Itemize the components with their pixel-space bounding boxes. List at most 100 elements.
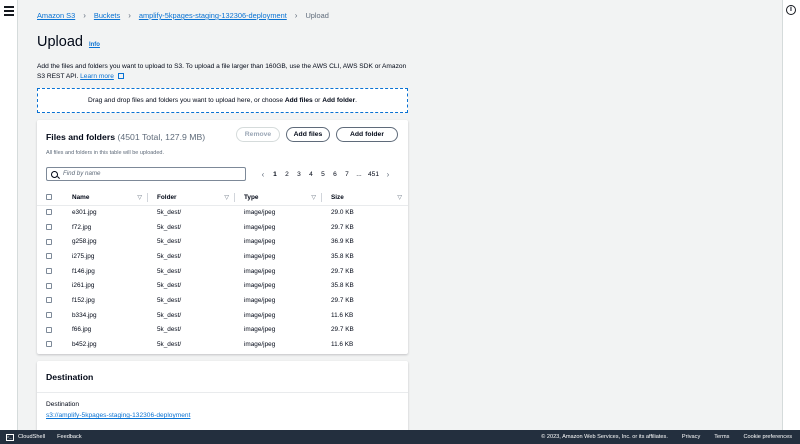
pagination-prev-icon[interactable]: ‹ [260, 170, 266, 179]
page-description: Add the files and folders you want to up… [37, 62, 409, 81]
cell-type: image/jpeg [244, 311, 276, 319]
page-6[interactable]: 6 [332, 171, 338, 178]
column-header-size[interactable]: Size ▽ [322, 190, 408, 206]
page-4[interactable]: 4 [308, 171, 314, 178]
cell-type: image/jpeg [244, 282, 276, 290]
external-link-icon [117, 72, 124, 79]
dropzone-text: Drag and drop files and folders you want… [87, 97, 285, 104]
row-select-cell [37, 308, 61, 323]
hamburger-menu-icon[interactable] [4, 6, 14, 16]
page-ellipsis: ... [356, 170, 362, 178]
copyright-text: © 2023, Amazon Web Services, Inc. or its… [541, 434, 668, 440]
row-checkbox[interactable] [46, 238, 52, 245]
cell-folder: 5k_dest/ [157, 238, 182, 246]
left-navigation-rail [0, 0, 18, 430]
cloudshell-link[interactable]: CloudShell [18, 434, 45, 440]
table-header-row: Name ▽ Folder ▽ Type ▽ Size ▽ [37, 190, 408, 206]
column-header-name[interactable]: Name ▽ [61, 190, 148, 206]
page-last[interactable]: 451 [368, 171, 379, 178]
cookie-preferences-link[interactable]: Cookie preferences [743, 434, 792, 440]
files-panel-title-text: Files and folders [46, 132, 116, 142]
table-row: g258.jpg 5k_dest/image/jpeg 36.9 KB [37, 234, 408, 249]
row-select-cell [37, 264, 61, 279]
page-2[interactable]: 2 [284, 171, 290, 178]
row-select-cell [37, 234, 61, 249]
cell-type: image/jpeg [244, 267, 276, 275]
terminal-icon [6, 433, 14, 441]
select-all-checkbox[interactable] [46, 194, 52, 201]
cell-type: image/jpeg [244, 296, 276, 304]
sort-caret-icon: ▽ [224, 195, 229, 201]
pagination-next-icon[interactable]: › [385, 170, 391, 179]
destination-label: Destination [46, 401, 79, 408]
breadcrumb-amazon-s3[interactable]: Amazon S3 [37, 11, 75, 20]
add-folder-button[interactable]: Add folder [336, 127, 398, 142]
column-header-folder[interactable]: Folder ▽ [148, 190, 235, 206]
files-table: Name ▽ Folder ▽ Type ▽ Size ▽ e301.jpg 5k_des… [37, 190, 408, 352]
privacy-link[interactable]: Privacy [682, 434, 700, 440]
cell-folder: 5k_dest/ [157, 296, 182, 304]
row-checkbox[interactable] [46, 341, 52, 348]
page-title-text: Upload [37, 34, 83, 50]
files-panel-title: Files and folders (4501 Total, 127.9 MB) [46, 132, 205, 142]
page-1[interactable]: 1 [272, 171, 278, 178]
cell-size: 11.6 KB [331, 311, 354, 319]
cell-size: 11.6 KB [331, 341, 354, 349]
column-header-type[interactable]: Type ▽ [235, 190, 322, 206]
table-row: f66.jpg 5k_dest/image/jpeg 29.7 KB [37, 323, 408, 338]
page-5[interactable]: 5 [320, 171, 326, 178]
page-title: Upload Info [37, 34, 100, 50]
row-select-cell [37, 323, 61, 338]
files-panel-subtitle: All files and folders in this table will… [46, 150, 165, 156]
remove-button[interactable]: Remove [236, 127, 280, 142]
dropzone-add-files: Add files [284, 97, 313, 104]
terms-link[interactable]: Terms [714, 434, 729, 440]
destination-link[interactable]: s3://amplify-5kpages-staging-132306-depl… [46, 412, 190, 419]
feedback-link[interactable]: Feedback [57, 434, 82, 440]
cell-folder: 5k_dest/ [157, 209, 182, 217]
row-checkbox[interactable] [46, 253, 52, 260]
chevron-right-icon: › [294, 11, 298, 20]
divider [37, 392, 408, 393]
cell-type: image/jpeg [244, 252, 276, 260]
row-checkbox[interactable] [46, 209, 52, 216]
table-row: f72.jpg 5k_dest/image/jpeg 29.7 KB [37, 220, 408, 235]
breadcrumb-bucket[interactable]: amplify-5kpages-staging-132306-deploymen… [139, 11, 287, 20]
cell-type: image/jpeg [244, 223, 276, 231]
cell-folder: 5k_dest/ [157, 311, 182, 319]
info-link[interactable]: Info [89, 42, 100, 48]
console-footer: CloudShell Feedback © 2023, Amazon Web S… [0, 430, 800, 444]
row-checkbox[interactable] [46, 223, 52, 230]
cell-name: e301.jpg [72, 209, 97, 217]
page-7[interactable]: 7 [344, 171, 350, 178]
cell-size: 29.0 KB [331, 209, 354, 217]
learn-more-link[interactable]: Learn more [80, 73, 114, 80]
add-files-button[interactable]: Add files [286, 127, 330, 142]
main-content: Amazon S3 › Buckets › amplify-5kpages-st… [18, 0, 782, 430]
table-row: i275.jpg 5k_dest/image/jpeg 35.8 KB [37, 249, 408, 264]
row-select-cell [37, 249, 61, 264]
cell-name: b452.jpg [72, 341, 97, 349]
row-select-cell [37, 278, 61, 293]
cell-size: 35.8 KB [331, 252, 354, 260]
cell-folder: 5k_dest/ [157, 341, 182, 349]
row-checkbox[interactable] [46, 282, 52, 289]
page-3[interactable]: 3 [296, 171, 302, 178]
cell-folder: 5k_dest/ [157, 282, 182, 290]
row-checkbox[interactable] [46, 326, 52, 333]
row-checkbox[interactable] [46, 267, 52, 274]
row-checkbox[interactable] [46, 297, 52, 304]
info-circle-icon[interactable]: i [786, 5, 796, 15]
search-input[interactable]: Find by name [46, 167, 246, 181]
row-checkbox[interactable] [46, 311, 52, 318]
cell-folder: 5k_dest/ [157, 267, 182, 275]
breadcrumb-buckets[interactable]: Buckets [94, 11, 120, 20]
column-folder-label: Folder [157, 193, 177, 201]
cell-size: 35.8 KB [331, 282, 354, 290]
cell-name: b334.jpg [72, 311, 97, 319]
cell-size: 29.7 KB [331, 326, 354, 334]
column-size-label: Size [331, 193, 344, 201]
table-row: i261.jpg 5k_dest/image/jpeg 35.8 KB [37, 278, 408, 293]
upload-dropzone[interactable]: Drag and drop files and folders you want… [37, 88, 408, 113]
row-select-cell [37, 337, 61, 352]
